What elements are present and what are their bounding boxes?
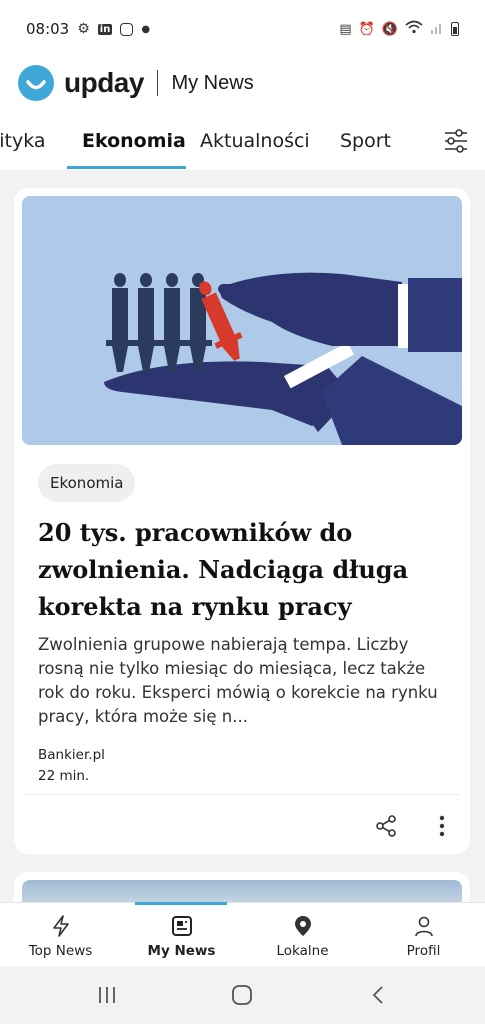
nav-profil[interactable]: Profil [363,903,484,967]
upday-logo-icon [18,65,54,101]
nfc-icon: ▤ [339,21,352,37]
signal-icon [430,20,444,38]
section-title: My News [171,71,254,94]
more-options-icon[interactable] [432,814,452,838]
nav-label-profil: Profil [406,943,441,959]
battery-icon [451,22,459,36]
nav-label-lokalne: Lokalne [276,943,329,959]
alarm-icon: ⏰ [358,21,375,37]
tab-sport[interactable]: Sport [340,130,391,152]
location-pin-icon [294,916,311,936]
article-time: 22 min. [38,768,90,784]
article-card[interactable]: Ekonomia 20 tys. pracowników do zwolnien… [14,188,470,854]
tab-polityka[interactable]: lityka [0,130,46,152]
active-tab-indicator [67,166,186,169]
back-icon[interactable] [368,984,390,1010]
nav-my-news[interactable]: My News [121,903,242,967]
tab-ekonomia[interactable]: Ekonomia [82,130,186,152]
article-excerpt: Zwolnienia grupowe nabierają tempa. Licz… [38,635,438,726]
newspaper-icon [171,916,192,936]
card-divider [24,794,460,795]
home-icon[interactable] [231,984,253,1010]
brand-name: upday [64,67,144,98]
header-divider [156,70,159,96]
nav-lokalne[interactable]: Lokalne [242,903,363,967]
nav-label-top-news: Top News [28,943,93,959]
mute-icon: 🔇 [381,21,398,37]
usb-icon: ⚙ [77,21,90,37]
dot-icon: ● [141,23,151,35]
category-tabs: lityka Ekonomia Aktualności Sport [0,108,485,170]
recents-icon[interactable] [96,984,118,1010]
tab-aktualnosci[interactable]: Aktualności [200,130,310,152]
category-chip[interactable]: Ekonomia [38,464,136,502]
status-time: 08:03 [26,20,70,38]
share-icon[interactable] [374,814,398,838]
person-icon [414,916,433,937]
wifi-icon [405,20,423,38]
article-image [22,196,462,445]
article-source: Bankier.pl [38,747,105,763]
app-header: upday My News [0,58,485,108]
nav-top-news[interactable]: Top News [0,903,121,967]
filter-settings-icon[interactable] [443,128,469,154]
lightning-icon [52,915,69,937]
linkedin-icon: in [97,23,113,35]
instagram-icon [120,22,134,36]
bottom-navigation: Top News My News Lokalne Profil [0,902,485,966]
article-title[interactable]: 20 tys. pracowników do zwolnienia. Nadci… [38,514,448,625]
nav-label-my-news: My News [147,943,216,959]
system-navigation-bar [0,966,485,1024]
status-bar: 08:03 ⚙ in ● ▤ ⏰ 🔇 [0,0,485,58]
